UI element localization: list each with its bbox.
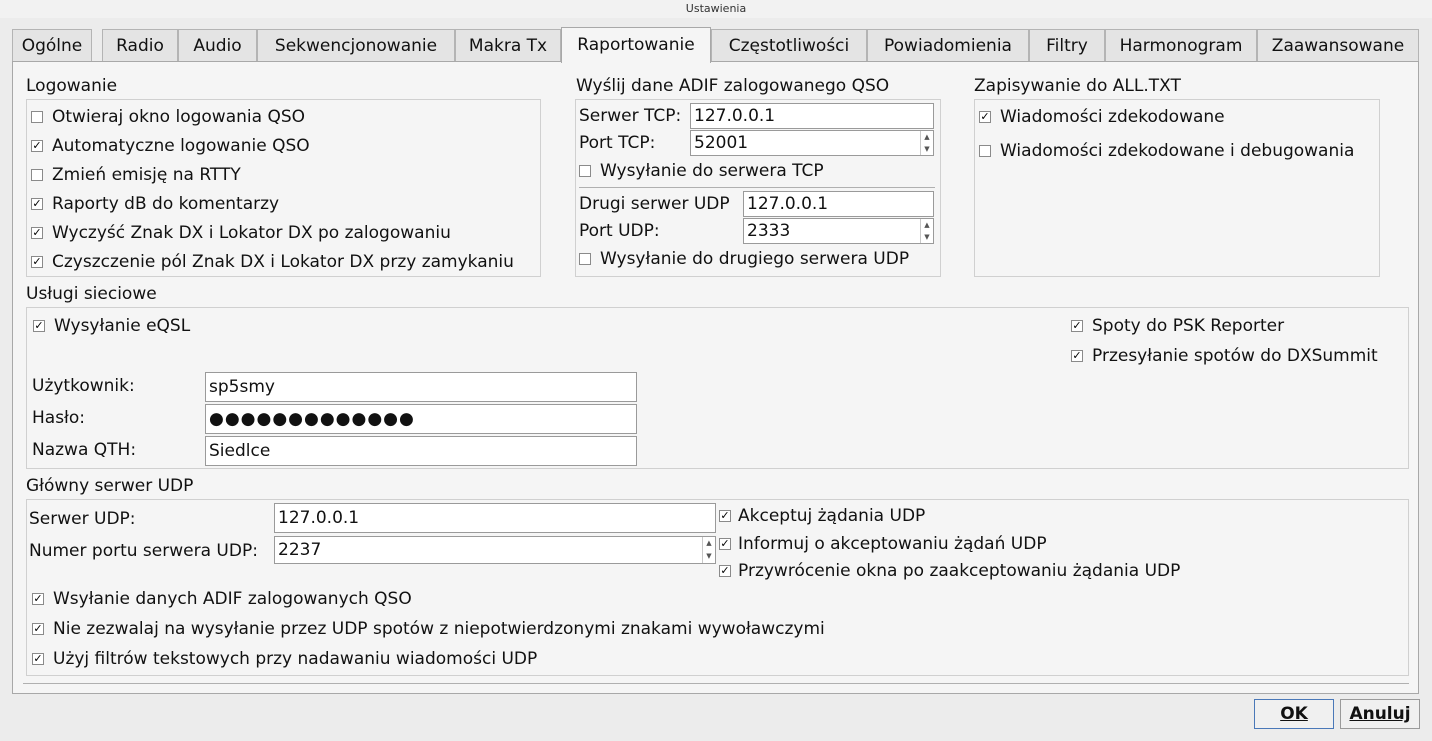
password-label: Hasło: (32, 408, 86, 428)
qth-label: Nazwa QTH: (32, 440, 137, 460)
tab-advanced[interactable]: Zaawansowane (1257, 29, 1419, 62)
udp2-port-label: Port UDP: (579, 221, 660, 241)
udp-port-label: Numer portu serwera UDP: (29, 541, 258, 561)
adif-group: Serwer TCP: 127.0.0.1 Port TCP: 52001 ▲ ▼… (575, 99, 941, 277)
alltxt-section-title: Zapisywanie do ALL.TXT (974, 76, 1181, 96)
tab-reporting[interactable]: Raportowanie (561, 27, 711, 63)
tcp-port-label: Port TCP: (579, 133, 656, 153)
udp-server-label: Serwer UDP: (29, 509, 136, 529)
checkmark-icon: ✓ (719, 509, 731, 522)
tab-schedule[interactable]: Harmonogram (1105, 29, 1257, 62)
udp-group: Serwer UDP: 127.0.0.1 Numer portu serwer… (26, 499, 1409, 676)
checkmark-icon: ✓ (1071, 349, 1083, 362)
udp-server-input[interactable]: 127.0.0.1 (274, 503, 716, 533)
udp2-server-input[interactable]: 127.0.0.1 (743, 191, 934, 217)
separator (579, 187, 935, 188)
checkbox-box (579, 165, 591, 177)
tab-general[interactable]: Ogólne (12, 29, 92, 62)
checkmark-icon: ✓ (719, 537, 731, 550)
alltxt-group: ✓ Wiadomości zdekodowane Wiadomości zdek… (974, 99, 1380, 277)
udp2-server-label: Drugi serwer UDP (579, 194, 730, 214)
spin-arrows-icon[interactable]: ▲ ▼ (702, 537, 715, 563)
qth-input[interactable]: Siedlce (205, 436, 637, 466)
user-input[interactable]: sp5smy (205, 372, 637, 402)
network-group: ✓ Wysyłanie eQSL ✓ Spoty do PSK Reporter… (26, 307, 1409, 469)
udp-port-spinbox[interactable]: 2237 ▲ ▼ (274, 536, 716, 564)
checkmark-icon: ✓ (31, 197, 43, 210)
checkmark-icon: ✓ (32, 592, 44, 605)
checkmark-icon: ✓ (1071, 319, 1083, 332)
tab-tx-macros[interactable]: Makra Tx (455, 29, 561, 62)
spin-arrows-icon[interactable]: ▲ ▼ (920, 131, 933, 155)
checkbox-box (31, 169, 43, 181)
checkmark-icon: ✓ (32, 622, 44, 635)
udp2-port-spinbox[interactable]: 2333 ▲ ▼ (743, 218, 934, 244)
tab-filters[interactable]: Filtry (1029, 29, 1105, 62)
adif-section-title: Wyślij dane ADIF zalogowanego QSO (576, 76, 890, 96)
user-label: Użytkownik: (32, 376, 135, 396)
bottom-separator (23, 683, 1409, 684)
checkbox-box (579, 253, 591, 265)
tab-frequencies[interactable]: Częstotliwości (711, 29, 867, 62)
tcp-server-input[interactable]: 127.0.0.1 (690, 103, 934, 129)
checkmark-icon: ✓ (979, 110, 991, 123)
checkmark-icon: ✓ (31, 139, 43, 152)
tcp-port-spinbox[interactable]: 52001 ▲ ▼ (690, 130, 934, 156)
reporting-panel: Logowanie Otwieraj okno logowania QSO ✓ … (12, 61, 1419, 694)
spin-arrows-icon[interactable]: ▲ ▼ (920, 219, 933, 243)
network-section-title: Usługi sieciowe (26, 284, 157, 304)
cancel-button[interactable]: Anuluj (1340, 699, 1420, 729)
logging-section-title: Logowanie (26, 76, 118, 96)
checkmark-icon: ✓ (31, 226, 43, 239)
checkmark-icon: ✓ (33, 319, 45, 332)
tab-radio[interactable]: Radio (102, 29, 178, 62)
tab-audio[interactable]: Audio (178, 29, 257, 62)
checkbox-box (31, 111, 43, 123)
checkmark-icon: ✓ (719, 564, 731, 577)
window-title: Ustawienia (0, 0, 1432, 18)
checkbox-box (979, 145, 991, 157)
ok-button[interactable]: OK (1254, 699, 1334, 729)
udp-section-title: Główny serwer UDP (26, 476, 194, 496)
tab-sequencing[interactable]: Sekwencjonowanie (257, 29, 455, 62)
tab-notifications[interactable]: Powiadomienia (867, 29, 1029, 62)
logging-group: Otwieraj okno logowania QSO ✓ Automatycz… (26, 99, 541, 277)
checkmark-icon: ✓ (31, 255, 43, 268)
password-input[interactable]: ●●●●●●●●●●●●● (205, 404, 637, 434)
tcp-server-label: Serwer TCP: (579, 106, 682, 126)
checkmark-icon: ✓ (32, 652, 44, 665)
